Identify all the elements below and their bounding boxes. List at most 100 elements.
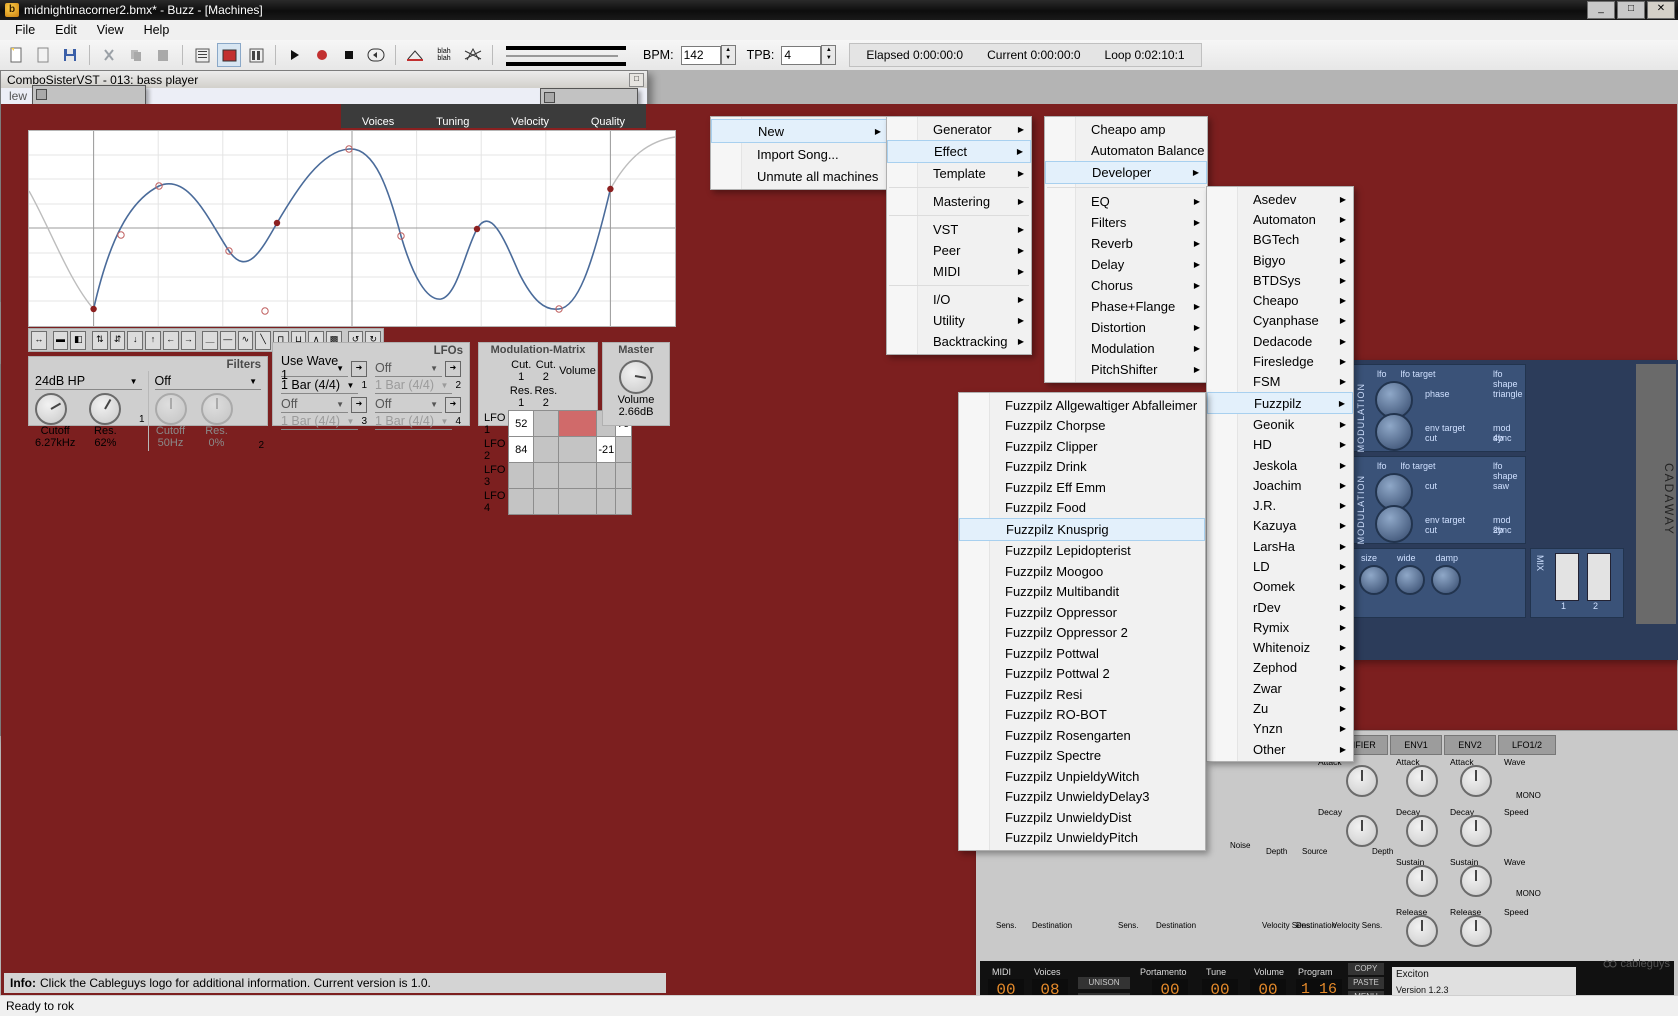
lfo-target-cut-2[interactable]: cut: [1425, 481, 1437, 491]
play-icon[interactable]: [283, 43, 307, 67]
menu-item-zu[interactable]: Zu ▶: [1207, 698, 1353, 718]
lfo-source-combo[interactable]: Off ▼: [375, 360, 442, 377]
bpm-stepper[interactable]: ▲▼: [680, 45, 736, 65]
menu-item-fuzzpilz-unwieldydelay3[interactable]: Fuzzpilz UnwieldyDelay3: [959, 787, 1205, 808]
menu-item-rymix[interactable]: Rymix ▶: [1207, 617, 1353, 637]
stop-icon[interactable]: [337, 43, 361, 67]
midi-icon[interactable]: [403, 43, 427, 67]
filter2-cutoff-control[interactable]: Cutoff 50Hz: [154, 393, 187, 449]
matrix-cell[interactable]: [596, 488, 617, 515]
modenv-knob-1[interactable]: [1375, 413, 1413, 451]
fit-width-icon[interactable]: ↔: [31, 330, 47, 350]
menu-item-jeskola[interactable]: Jeskola ▶: [1207, 455, 1353, 475]
loop-icon[interactable]: [364, 43, 388, 67]
master-slider[interactable]: [506, 44, 626, 66]
env-target-cut-2[interactable]: cut: [1425, 525, 1437, 535]
paste-button[interactable]: PASTE: [1348, 977, 1384, 989]
panic-icon[interactable]: [461, 43, 485, 67]
menu-item-reverb[interactable]: Reverb ▶: [1045, 233, 1207, 254]
matrix-cell[interactable]: [615, 488, 632, 515]
mod-sync-4b[interactable]: 4b: [1493, 433, 1503, 443]
menu-item-fsm[interactable]: FSM ▶: [1207, 372, 1353, 392]
mirror-vertical-icon[interactable]: ⇵: [109, 330, 126, 350]
matrix-table-wrap[interactable]: Cut. 1Cut. 2VolumeRes. 1Res. 2LFO 15279L…: [479, 356, 632, 517]
filter2-cutoff-knob[interactable]: [154, 393, 187, 425]
mix-section[interactable]: MIX 1 2: [1530, 548, 1624, 618]
matrix-row[interactable]: LFO 3: [483, 462, 632, 489]
menu-item-fuzzpilz-food[interactable]: Fuzzpilz Food: [959, 498, 1205, 519]
modulation-synth-panel[interactable]: MODULATION lfo lfo target lfo shape phas…: [1348, 360, 1678, 660]
menu-item-fuzzpilz-spectre[interactable]: Fuzzpilz Spectre: [959, 746, 1205, 767]
menu-edit[interactable]: Edit: [46, 21, 86, 39]
menu-item-unmute-all-machines[interactable]: Unmute all machines: [711, 165, 889, 187]
chevron-down-icon[interactable]: ▼: [347, 417, 355, 426]
menu-item-automaton-balance[interactable]: Automaton Balance: [1045, 140, 1207, 161]
matrix-cell[interactable]: 84: [508, 436, 535, 463]
matrix-cell[interactable]: [615, 462, 632, 489]
release-knob-1[interactable]: [1406, 915, 1438, 947]
menu-item-ynzn[interactable]: Ynzn ▶: [1207, 719, 1353, 739]
tpb-input[interactable]: [781, 45, 822, 65]
menu-item-ld[interactable]: LD ▶: [1207, 556, 1353, 576]
matrix-row[interactable]: LFO 4: [483, 488, 632, 515]
menu-item-zephod[interactable]: Zephod ▶: [1207, 658, 1353, 678]
mix-fader-1[interactable]: [1555, 553, 1579, 601]
menu-item-import-song[interactable]: Import Song...: [711, 143, 889, 165]
menu-item-backtracking[interactable]: Backtracking ▶: [887, 331, 1031, 352]
lfo-source-combo[interactable]: Use Wave 1 ▼: [281, 354, 348, 382]
lfo-assign-button[interactable]: ➜: [445, 360, 461, 377]
context-menu-new-items[interactable]: Generator ▶ Effect ▶ Template ▶ Mastering ▶ VST ▶…: [887, 119, 1031, 352]
machine-led-icon[interactable]: [36, 89, 47, 100]
menu-item-larsha[interactable]: LarsHa ▶: [1207, 536, 1353, 556]
menu-item-asedev[interactable]: Asedev ▶: [1207, 189, 1353, 209]
matrix-cell[interactable]: [557, 488, 598, 515]
copy-icon[interactable]: [124, 43, 148, 67]
menu-item-rdev[interactable]: rDev ▶: [1207, 597, 1353, 617]
size-knob[interactable]: [1359, 565, 1389, 595]
midi-value[interactable]: 00: [988, 979, 1024, 996]
preset-ramp-down-icon[interactable]: ╲: [255, 330, 271, 350]
menu-item-filters[interactable]: Filters ▶: [1045, 212, 1207, 233]
menu-item-phase-flange[interactable]: Phase+Flange ▶: [1045, 296, 1207, 317]
shift-left-icon[interactable]: ←: [162, 330, 179, 350]
menu-item-fuzzpilz-chorpse[interactable]: Fuzzpilz Chorpse: [959, 416, 1205, 437]
sequence-view-icon[interactable]: [244, 43, 268, 67]
context-menu-new[interactable]: Generator ▶ Effect ▶ Template ▶ Mastering ▶ VST ▶…: [886, 116, 1032, 355]
chevron-down-icon[interactable]: ▼: [430, 364, 438, 373]
menu-item-generator[interactable]: Generator ▶: [887, 119, 1031, 140]
modulation-section-1[interactable]: MODULATION lfo lfo target lfo shape phas…: [1352, 364, 1526, 452]
maximize-button[interactable]: □: [1617, 1, 1645, 19]
decay-knob-3[interactable]: [1460, 815, 1492, 847]
chevron-down-icon[interactable]: ▼: [441, 417, 449, 426]
preset-flat-low-icon[interactable]: ＿: [202, 330, 218, 350]
menu-item-oomek[interactable]: Oomek ▶: [1207, 577, 1353, 597]
menu-file[interactable]: File: [6, 21, 44, 39]
decay-knob-2[interactable]: [1406, 815, 1438, 847]
matrix-cell[interactable]: [615, 436, 632, 463]
menu-item-fuzzpilz-unwieldydist[interactable]: Fuzzpilz UnwieldyDist: [959, 807, 1205, 828]
matrix-cell[interactable]: [508, 462, 535, 489]
matrix-cell[interactable]: [533, 410, 559, 437]
menu-item-bgtech[interactable]: BGTech ▶: [1207, 230, 1353, 250]
attack-knob-3[interactable]: [1460, 765, 1492, 797]
menu-item-midi[interactable]: MIDI ▶: [887, 261, 1031, 282]
menu-item-fuzzpilz-rosengarten[interactable]: Fuzzpilz Rosengarten: [959, 725, 1205, 746]
filter2-type-combo[interactable]: Off ▼: [154, 373, 261, 390]
preset-flat-high-icon[interactable]: —: [219, 330, 236, 350]
modulation-section-2[interactable]: MODULATION lfo lfo target lfo shape cut …: [1352, 456, 1526, 544]
chevron-down-icon[interactable]: ▼: [347, 381, 355, 390]
menu-item-modulation[interactable]: Modulation ▶: [1045, 338, 1207, 359]
save-icon[interactable]: [58, 43, 82, 67]
menu-item-bigyo[interactable]: Bigyo ▶: [1207, 250, 1353, 270]
menu-item-vst[interactable]: VST ▶: [887, 219, 1031, 240]
matrix-cell[interactable]: [557, 436, 598, 463]
release-knob-2[interactable]: [1460, 915, 1492, 947]
modenv-knob-2[interactable]: [1375, 505, 1413, 543]
machine-led-icon[interactable]: [544, 92, 555, 103]
lfo-shape-saw-2[interactable]: saw: [1493, 481, 1509, 491]
close-button[interactable]: ✕: [1647, 1, 1675, 19]
context-menu-root[interactable]: New ▶ Import Song... Unmute all machines: [710, 116, 890, 190]
flip-vertical-icon[interactable]: ⇅: [92, 330, 108, 350]
menu-item-joachim[interactable]: Joachim ▶: [1207, 475, 1353, 495]
context-menu-developer-items[interactable]: Asedev ▶ Automaton ▶ BGTech ▶ Bigyo ▶ BTDSys ▶ Che…: [1207, 189, 1353, 759]
